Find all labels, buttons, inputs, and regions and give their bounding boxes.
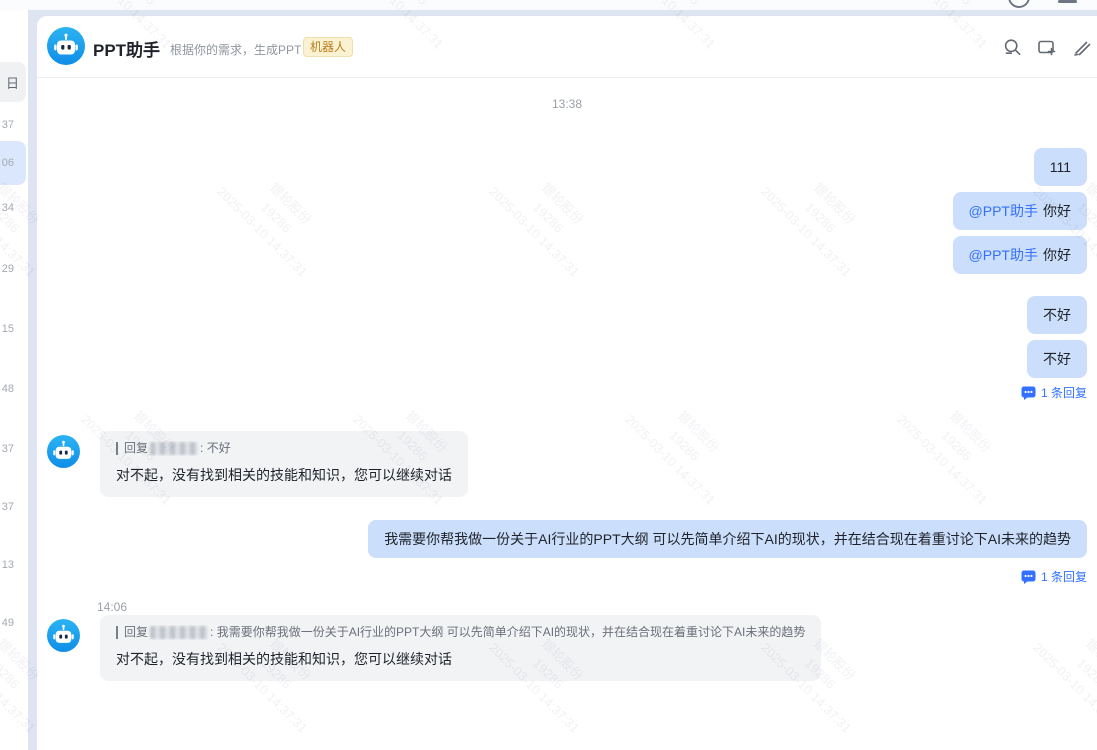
chat-subtitle: 根据你的需求，生成PPT: [170, 43, 302, 57]
reply-bubble-icon: [1021, 570, 1036, 584]
quote-prefix: 回复: [124, 441, 149, 455]
message-timestamp: 14:06: [97, 600, 128, 614]
quote-text: 不好: [206, 441, 231, 455]
thread-reply-link[interactable]: 1 条回复: [1021, 384, 1087, 401]
date-separator-label: 日: [5, 75, 19, 91]
message-text: 不好: [1043, 307, 1071, 323]
user-message-bubble[interactable]: 不好: [1027, 340, 1087, 378]
conversation-time[interactable]: 37: [2, 442, 14, 456]
thread-reply-link[interactable]: 1 条回复: [1021, 568, 1087, 585]
conversation-sidebar: 日 37 06 34 29 15 48 37 37 13 49: [0, 10, 28, 750]
conversation-time[interactable]: 29: [2, 262, 14, 276]
robot-icon: [47, 619, 80, 652]
user-message-bubble[interactable]: 111: [1033, 148, 1087, 186]
conversation-time[interactable]: 06: [2, 156, 14, 170]
bot-badge: 机器人: [303, 37, 354, 57]
redacted-username: [150, 442, 199, 455]
mention-link[interactable]: @PPT助手: [969, 247, 1038, 263]
conversation-time[interactable]: 34: [2, 201, 14, 215]
chat-title: PPT助手: [93, 41, 161, 60]
message-text: 你好: [1043, 247, 1071, 263]
date-separator-chip: 日: [0, 62, 26, 102]
conversation-time[interactable]: 49: [2, 616, 14, 630]
message-text: 对不起，没有找到相关的技能和知识，您可以继续对话: [116, 651, 452, 667]
reply-bubble-icon: [1021, 386, 1036, 400]
conversation-time[interactable]: 37: [2, 500, 14, 514]
robot-icon: [47, 435, 80, 468]
conversation-time[interactable]: 13: [2, 558, 14, 572]
chat-header: PPT助手 根据你的需求，生成PPT 机器人: [37, 16, 1097, 78]
user-message-bubble[interactable]: @PPT助手 你好: [952, 236, 1087, 274]
user-message-bubble[interactable]: 不好: [1027, 296, 1087, 334]
window-titlebar: [0, 0, 1097, 10]
bot-message-bubble[interactable]: 回复 : 不好 对不起，没有找到相关的技能和知识，您可以继续对话: [100, 431, 468, 497]
minimize-icon[interactable]: [1058, 0, 1077, 3]
thread-reply-label: 1 条回复: [1040, 386, 1087, 400]
robot-icon: [47, 27, 85, 65]
chat-panel: PPT助手 根据你的需求，生成PPT 机器人 13:38 111 @PPT助手 …: [37, 16, 1097, 750]
quote-colon: :: [200, 441, 204, 455]
time-divider: 13:38: [551, 97, 583, 111]
annotate-icon[interactable]: [1072, 38, 1091, 57]
history-icon[interactable]: [1008, 0, 1030, 8]
user-message-bubble[interactable]: @PPT助手 你好: [952, 192, 1087, 230]
quote-colon: :: [210, 625, 214, 639]
message-text: 不好: [1043, 351, 1071, 367]
message-text: 我需要你帮我做一份关于AI行业的PPT大纲 可以先简单介绍下AI的现状，并在结合…: [384, 531, 1071, 547]
bot-avatar[interactable]: [47, 619, 80, 657]
bot-avatar[interactable]: [47, 27, 85, 70]
conversation-time[interactable]: 15: [2, 322, 14, 336]
quote-bar: [116, 442, 118, 455]
conversation-time[interactable]: 37: [2, 118, 14, 132]
message-text: 你好: [1043, 203, 1071, 219]
message-text: 111: [1049, 159, 1071, 175]
thread-reply-label: 1 条回复: [1040, 570, 1087, 584]
quote-prefix: 回复: [124, 625, 149, 639]
search-message-icon[interactable]: [1003, 38, 1022, 57]
quote-text: 我需要你帮我做一份关于AI行业的PPT大纲 可以先简单介绍下AI的现状，并在结合…: [216, 625, 806, 639]
bot-avatar[interactable]: [47, 435, 80, 473]
quote-bar: [116, 626, 118, 639]
redacted-username: [150, 626, 209, 639]
open-in-new-window-icon[interactable]: [1037, 38, 1057, 57]
quoted-message[interactable]: 回复 : 我需要你帮我做一份关于AI行业的PPT大纲 可以先简单介绍下AI的现状…: [116, 625, 805, 640]
conversation-time[interactable]: 48: [2, 382, 14, 396]
mention-link[interactable]: @PPT助手: [969, 203, 1038, 219]
message-text: 对不起，没有找到相关的技能和知识，您可以继续对话: [116, 467, 452, 483]
user-message-bubble[interactable]: 我需要你帮我做一份关于AI行业的PPT大纲 可以先简单介绍下AI的现状，并在结合…: [368, 520, 1087, 558]
bot-message-bubble[interactable]: 回复 : 我需要你帮我做一份关于AI行业的PPT大纲 可以先简单介绍下AI的现状…: [100, 615, 822, 681]
quoted-message[interactable]: 回复 : 不好: [116, 441, 452, 456]
